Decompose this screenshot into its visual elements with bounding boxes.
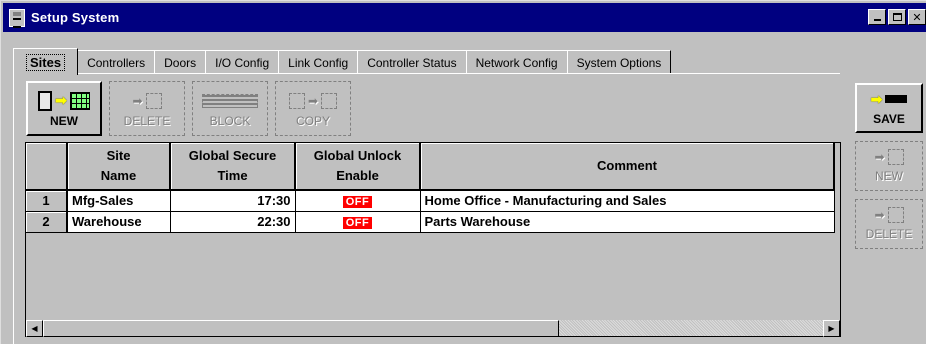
- title-bar[interactable]: Setup System ✕: [3, 3, 926, 32]
- header-text: Name: [100, 168, 137, 183]
- building-icon: [38, 90, 53, 111]
- site-name-header[interactable]: Site Name: [67, 143, 171, 191]
- block-icon: [202, 90, 258, 112]
- tab-controller-status[interactable]: Controller Status: [357, 50, 467, 74]
- arrow-right-icon: ➡: [132, 93, 143, 108]
- site-name-cell[interactable]: Warehouse: [67, 211, 171, 233]
- tab-io-config[interactable]: I/O Config: [205, 50, 280, 74]
- secure-time-header[interactable]: Global Secure Time: [170, 143, 296, 191]
- close-icon: ✕: [912, 10, 922, 24]
- window-controls: ✕: [868, 9, 926, 25]
- side-new-button[interactable]: ➡ NEW: [855, 141, 923, 191]
- block-button[interactable]: BLOCK: [192, 81, 268, 136]
- save-icon: ➡: [871, 91, 908, 108]
- corner-header: [26, 143, 68, 191]
- row-number[interactable]: 1: [26, 190, 68, 212]
- new-label: NEW: [50, 113, 78, 128]
- tab-doors[interactable]: Doors: [154, 50, 207, 74]
- sites-table: Site Name Global Secure Time Global Unlo…: [26, 143, 835, 233]
- arrow-right-icon: ➡: [870, 90, 883, 107]
- new-site-icon: ➡: [38, 90, 90, 112]
- arrow-right-icon: ➡: [307, 93, 319, 108]
- side-delete-icon: ➡: [874, 207, 904, 223]
- sites-grid: Site Name Global Secure Time Global Unlo…: [25, 142, 841, 337]
- new-site-button[interactable]: ➡ NEW: [26, 81, 102, 136]
- bars-icon: [202, 93, 258, 108]
- save-button[interactable]: ➡ SAVE: [855, 83, 923, 133]
- header-text: Global Unlock: [313, 148, 402, 163]
- setup-window: Setup System ✕ Sites Controllers Doors I…: [0, 0, 926, 345]
- table-row[interactable]: 2 Warehouse 22:30 OFF Parts Warehouse: [26, 211, 835, 233]
- unlock-cell[interactable]: OFF: [295, 211, 421, 233]
- tab-strip: Sites Controllers Doors I/O Config Link …: [13, 48, 672, 75]
- scroll-left-button[interactable]: ◀: [26, 320, 43, 337]
- side-new-icon: ➡: [874, 149, 904, 165]
- block-label: BLOCK: [209, 113, 251, 128]
- header-text: Time: [217, 168, 248, 183]
- disk-icon: [885, 95, 908, 103]
- header-text: Global Secure: [188, 148, 277, 163]
- delete-label: DELETE: [123, 113, 171, 128]
- comment-header[interactable]: Comment: [420, 143, 835, 191]
- unlock-header[interactable]: Global Unlock Enable: [295, 143, 421, 191]
- scroll-thumb[interactable]: [43, 320, 559, 337]
- side-delete-button[interactable]: ➡ DELETE: [855, 199, 923, 249]
- save-label: SAVE: [873, 111, 905, 126]
- tab-controllers[interactable]: Controllers: [77, 50, 156, 74]
- header-row: Site Name Global Secure Time Global Unlo…: [26, 143, 835, 191]
- copy-icon: ➡: [288, 90, 338, 112]
- row-number[interactable]: 2: [26, 211, 68, 233]
- unlock-cell[interactable]: OFF: [295, 190, 421, 212]
- secure-time-cell[interactable]: 17:30: [170, 190, 296, 212]
- list-icon: [887, 149, 904, 165]
- tab-system-options[interactable]: System Options: [566, 50, 672, 74]
- tab-label: Sites: [26, 53, 66, 71]
- scroll-right-button[interactable]: ▶: [823, 320, 840, 337]
- side-new-label: NEW: [875, 169, 903, 183]
- target-icon: [321, 92, 338, 109]
- horizontal-scrollbar[interactable]: ◀ ▶: [26, 319, 840, 337]
- tab-network-config[interactable]: Network Config: [465, 50, 568, 74]
- delete-icon: ➡: [132, 90, 162, 112]
- app-icon: [9, 8, 25, 28]
- arrow-right-icon: ▶: [828, 324, 835, 333]
- table-row[interactable]: 1 Mfg-Sales 17:30 OFF Home Office - Manu…: [26, 190, 835, 212]
- arrow-right-icon: ➡: [874, 208, 885, 222]
- trash-icon: [145, 92, 162, 109]
- copy-button[interactable]: ➡ COPY: [275, 81, 351, 136]
- minimize-icon: [873, 19, 881, 21]
- maximize-button[interactable]: [888, 9, 906, 25]
- off-badge: OFF: [342, 217, 373, 229]
- header-text: Site: [106, 148, 131, 163]
- toolbar: ➡ NEW ➡ DELETE BLOCK ➡ COPY: [26, 81, 351, 136]
- comment-cell[interactable]: Parts Warehouse: [420, 211, 835, 233]
- arrow-left-icon: ◀: [31, 324, 38, 333]
- header-text: Enable: [336, 168, 379, 183]
- maximize-icon: [892, 13, 902, 21]
- trash-icon: [887, 207, 904, 223]
- delete-site-button[interactable]: ➡ DELETE: [109, 81, 185, 136]
- secure-time-cell[interactable]: 22:30: [170, 211, 296, 233]
- off-badge: OFF: [342, 196, 373, 209]
- close-button[interactable]: ✕: [908, 9, 926, 25]
- comment-cell[interactable]: Home Office - Manufacturing and Sales: [420, 190, 835, 212]
- tab-sites[interactable]: Sites: [13, 48, 79, 75]
- arrow-right-icon: ➡: [874, 150, 885, 164]
- grid-icon: [69, 91, 90, 110]
- source-icon: [288, 92, 305, 109]
- minimize-button[interactable]: [868, 9, 886, 25]
- site-name-cell[interactable]: Mfg-Sales: [67, 190, 171, 212]
- window-title: Setup System: [31, 10, 120, 25]
- copy-label: COPY: [295, 113, 330, 128]
- arrow-right-icon: ➡: [55, 92, 67, 108]
- tab-link-config[interactable]: Link Config: [278, 50, 359, 74]
- side-delete-label: DELETE: [865, 227, 913, 241]
